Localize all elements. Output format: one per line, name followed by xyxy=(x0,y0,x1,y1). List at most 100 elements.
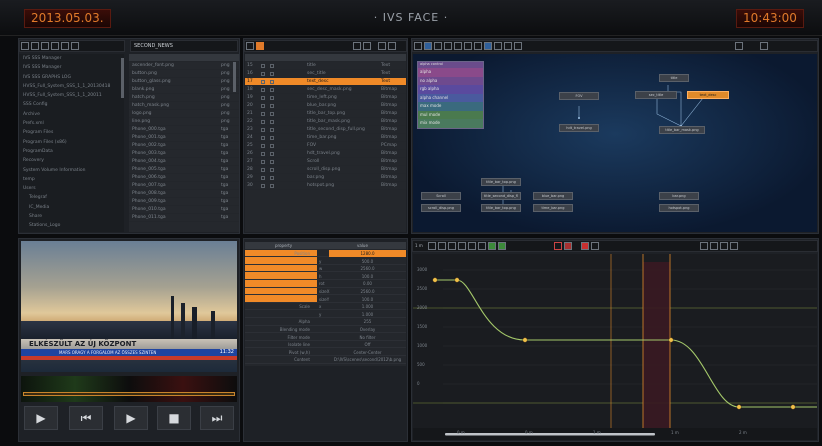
refresh-icon[interactable] xyxy=(71,42,79,50)
visibility-toggle-icon[interactable] xyxy=(261,176,265,180)
visibility-toggle-icon[interactable] xyxy=(261,80,265,84)
visibility-toggle-icon[interactable] xyxy=(261,168,265,172)
tree-item[interactable]: IVS SSS Manager xyxy=(19,54,124,63)
file-row[interactable]: hatch.png png xyxy=(129,94,239,102)
curve-fit-icon[interactable] xyxy=(709,242,718,250)
keyframe[interactable] xyxy=(668,337,674,343)
graph-view-icon[interactable] xyxy=(414,42,422,50)
tree-item[interactable]: SSS Config xyxy=(19,100,124,109)
key-next-icon[interactable] xyxy=(437,242,446,250)
file-row[interactable]: hatch_mask.png png xyxy=(129,102,239,110)
copy-icon[interactable] xyxy=(377,42,386,50)
visibility-toggle-icon[interactable] xyxy=(261,96,265,100)
key-snap-icon[interactable] xyxy=(497,242,506,250)
graph-node[interactable]: blue_bar.png xyxy=(533,192,573,200)
file-row[interactable]: Phone_004.tga tga xyxy=(129,158,239,166)
file-row[interactable]: Phone_009.tga tga xyxy=(129,198,239,206)
graph-link-icon[interactable] xyxy=(454,42,462,50)
view-details-icon[interactable] xyxy=(41,42,49,50)
property-row[interactable]: Filter mode No filter xyxy=(245,334,406,341)
property-value[interactable]: 255 xyxy=(329,318,406,325)
file-list-scrollbar[interactable] xyxy=(233,62,236,92)
view-list-icon[interactable] xyxy=(21,42,29,50)
property-value[interactable]: 500.0 xyxy=(329,258,406,265)
file-row[interactable]: logo.png png xyxy=(129,110,239,118)
view-thumbs-icon[interactable] xyxy=(61,42,69,50)
curve-canvas[interactable]: 3000 2500 2000 1500 1000 500 0 0 m 0 m 1 m 1 m 2 m xyxy=(413,254,817,440)
key-linear-icon[interactable] xyxy=(467,242,476,250)
layer-row[interactable]: 25 FOV PCmap xyxy=(245,142,406,150)
key-remove-icon[interactable] xyxy=(457,242,466,250)
lock-toggle-icon[interactable] xyxy=(270,88,274,92)
property-row[interactable]: rot 0.00 xyxy=(245,280,406,288)
property-row[interactable]: Isolate line Off xyxy=(245,341,406,349)
property-row[interactable]: Position 1280.0 xyxy=(245,250,406,258)
file-row[interactable]: Phone_008.tga tga xyxy=(129,190,239,198)
lock-toggle-icon[interactable] xyxy=(270,104,274,108)
layer-add-icon[interactable] xyxy=(256,42,264,50)
property-value[interactable]: D:\IVS\scenes\second\2012\b.png xyxy=(329,356,406,363)
lock-toggle-icon[interactable] xyxy=(270,96,274,100)
step-play-button[interactable]: ▶ xyxy=(114,406,148,430)
property-row[interactable]: Content D:\IVS\scenes\second\2012\b.png xyxy=(245,356,406,364)
property-value[interactable]: 2560.0 xyxy=(329,265,406,272)
layer-row[interactable]: 17 text_desc Text xyxy=(245,78,406,86)
time-range[interactable] xyxy=(643,262,670,428)
file-row[interactable]: Phone_006.tga tga xyxy=(129,174,239,182)
graph-pan-icon[interactable] xyxy=(434,42,442,50)
property-row[interactable]: Scale x 1.000 xyxy=(245,303,406,311)
tree-item[interactable]: HVSS_Full_System_SSS_1_1_20011 xyxy=(19,91,124,100)
layer-row[interactable]: 20 blue_bar.png Bitmap xyxy=(245,102,406,110)
graph-node[interactable]: text_desc xyxy=(687,91,729,99)
graph-node[interactable]: sec_title xyxy=(635,91,677,99)
sort-up-icon[interactable] xyxy=(352,42,361,50)
path-field[interactable]: SECOND_NEWS xyxy=(130,40,238,52)
file-row[interactable]: Phone_002.tga tga xyxy=(129,142,239,150)
file-row[interactable]: button.png png xyxy=(129,70,239,78)
tree-item[interactable]: Share xyxy=(19,212,124,221)
lock-toggle-icon[interactable] xyxy=(270,160,274,164)
view-grid-icon[interactable] xyxy=(31,42,39,50)
visibility-toggle-icon[interactable] xyxy=(261,88,265,92)
layer-row[interactable]: 27 Scroll Bitmap xyxy=(245,158,406,166)
property-value[interactable]: 1280.0 xyxy=(329,250,406,257)
graph-node[interactable]: hotspot.png xyxy=(659,204,699,212)
tree-item[interactable]: System Volume Information xyxy=(19,166,124,175)
property-value[interactable]: 2560.0 xyxy=(329,288,406,295)
file-row[interactable]: Phone_010.tga tga xyxy=(129,206,239,214)
lock-toggle-icon[interactable] xyxy=(270,120,274,124)
lock-toggle-icon[interactable] xyxy=(270,144,274,148)
file-row[interactable]: ascender_font.png png xyxy=(129,62,239,70)
settings-icon[interactable] xyxy=(734,42,743,50)
property-row[interactable]: sizeY 100.0 xyxy=(245,296,406,303)
view-tiles-icon[interactable] xyxy=(51,42,59,50)
visibility-toggle-icon[interactable] xyxy=(261,136,265,140)
property-row[interactable]: Blending mode Overlay xyxy=(245,326,406,334)
layer-row[interactable]: 21 title_bar_top.png Bitmap xyxy=(245,110,406,118)
visibility-toggle-icon[interactable] xyxy=(261,72,265,76)
timeline-scrollbar[interactable] xyxy=(445,433,655,436)
graph-tool-icon[interactable] xyxy=(494,42,502,50)
tree-item[interactable]: Prefs.xml xyxy=(19,119,124,128)
visibility-toggle-icon[interactable] xyxy=(261,64,265,68)
tree-item[interactable]: Program Files xyxy=(19,128,124,137)
lock-toggle-icon[interactable] xyxy=(270,128,274,132)
file-row[interactable]: line.png png xyxy=(129,118,239,126)
play-range-icon[interactable] xyxy=(591,242,600,250)
property-value[interactable]: No filter xyxy=(329,334,406,341)
property-row[interactable]: Alpha 255 xyxy=(245,318,406,326)
property-row[interactable]: h 100.0 xyxy=(245,273,406,281)
property-value[interactable]: Center-Center xyxy=(329,349,406,356)
sort-down-icon[interactable] xyxy=(362,42,371,50)
previous-button[interactable]: ⏮ xyxy=(69,406,103,430)
graph-node[interactable]: title_bar_top.png xyxy=(481,178,521,186)
visibility-toggle-icon[interactable] xyxy=(261,104,265,108)
layer-row[interactable]: 16 sec_title Text xyxy=(245,70,406,78)
play-button[interactable]: ▶ xyxy=(24,406,58,430)
visibility-toggle-icon[interactable] xyxy=(261,144,265,148)
tree-item[interactable]: IVS SSS Manager xyxy=(19,63,124,72)
layer-row[interactable]: 28 scroll_disp.png Bitmap xyxy=(245,166,406,174)
visibility-toggle-icon[interactable] xyxy=(261,120,265,124)
options-icon[interactable] xyxy=(759,42,768,50)
stop-record-icon[interactable] xyxy=(581,242,590,250)
